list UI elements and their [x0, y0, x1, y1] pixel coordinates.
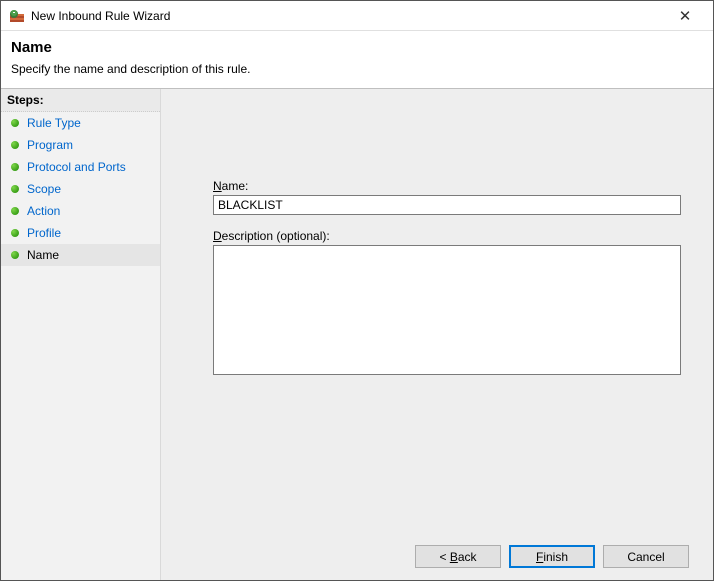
step-name[interactable]: Name	[1, 244, 160, 266]
steps-sidebar: Steps: Rule Type Program Protocol and Po…	[1, 89, 161, 580]
page-title: Name	[11, 39, 703, 56]
step-action[interactable]: Action	[1, 200, 160, 222]
step-label: Profile	[27, 226, 61, 240]
name-field-row: Name:	[213, 179, 681, 215]
step-label: Scope	[27, 182, 61, 196]
window-title: New Inbound Rule Wizard	[31, 9, 665, 23]
bullet-icon	[11, 229, 19, 237]
step-scope[interactable]: Scope	[1, 178, 160, 200]
step-program[interactable]: Program	[1, 134, 160, 156]
content-area: Steps: Rule Type Program Protocol and Po…	[1, 89, 713, 580]
bullet-icon	[11, 185, 19, 193]
wizard-header: Name Specify the name and description of…	[1, 31, 713, 89]
form-area: Name: Description (optional):	[173, 89, 701, 392]
steps-heading: Steps:	[1, 89, 160, 112]
bullet-icon	[11, 251, 19, 259]
name-input[interactable]	[213, 195, 681, 215]
step-label: Protocol and Ports	[27, 160, 126, 174]
title-bar: New Inbound Rule Wizard ✕	[1, 1, 713, 31]
step-label: Rule Type	[27, 116, 81, 130]
step-label: Name	[27, 248, 59, 262]
step-protocol-and-ports[interactable]: Protocol and Ports	[1, 156, 160, 178]
step-label: Action	[27, 204, 60, 218]
description-field-row: Description (optional):	[213, 229, 681, 378]
description-input[interactable]	[213, 245, 681, 375]
step-label: Program	[27, 138, 73, 152]
step-profile[interactable]: Profile	[1, 222, 160, 244]
cancel-button[interactable]: Cancel	[603, 545, 689, 568]
close-icon: ✕	[679, 7, 692, 25]
firewall-icon	[9, 8, 25, 24]
page-subtitle: Specify the name and description of this…	[11, 62, 703, 76]
step-rule-type[interactable]: Rule Type	[1, 112, 160, 134]
bullet-icon	[11, 207, 19, 215]
close-button[interactable]: ✕	[665, 2, 705, 30]
back-button[interactable]: < Back	[415, 545, 501, 568]
name-label: Name:	[213, 179, 681, 193]
description-label: Description (optional):	[213, 229, 681, 243]
main-panel: Name: Description (optional): < Back Fin…	[161, 89, 713, 580]
finish-button[interactable]: Finish	[509, 545, 595, 568]
bullet-icon	[11, 163, 19, 171]
bullet-icon	[11, 141, 19, 149]
bullet-icon	[11, 119, 19, 127]
button-row: < Back Finish Cancel	[173, 537, 701, 572]
